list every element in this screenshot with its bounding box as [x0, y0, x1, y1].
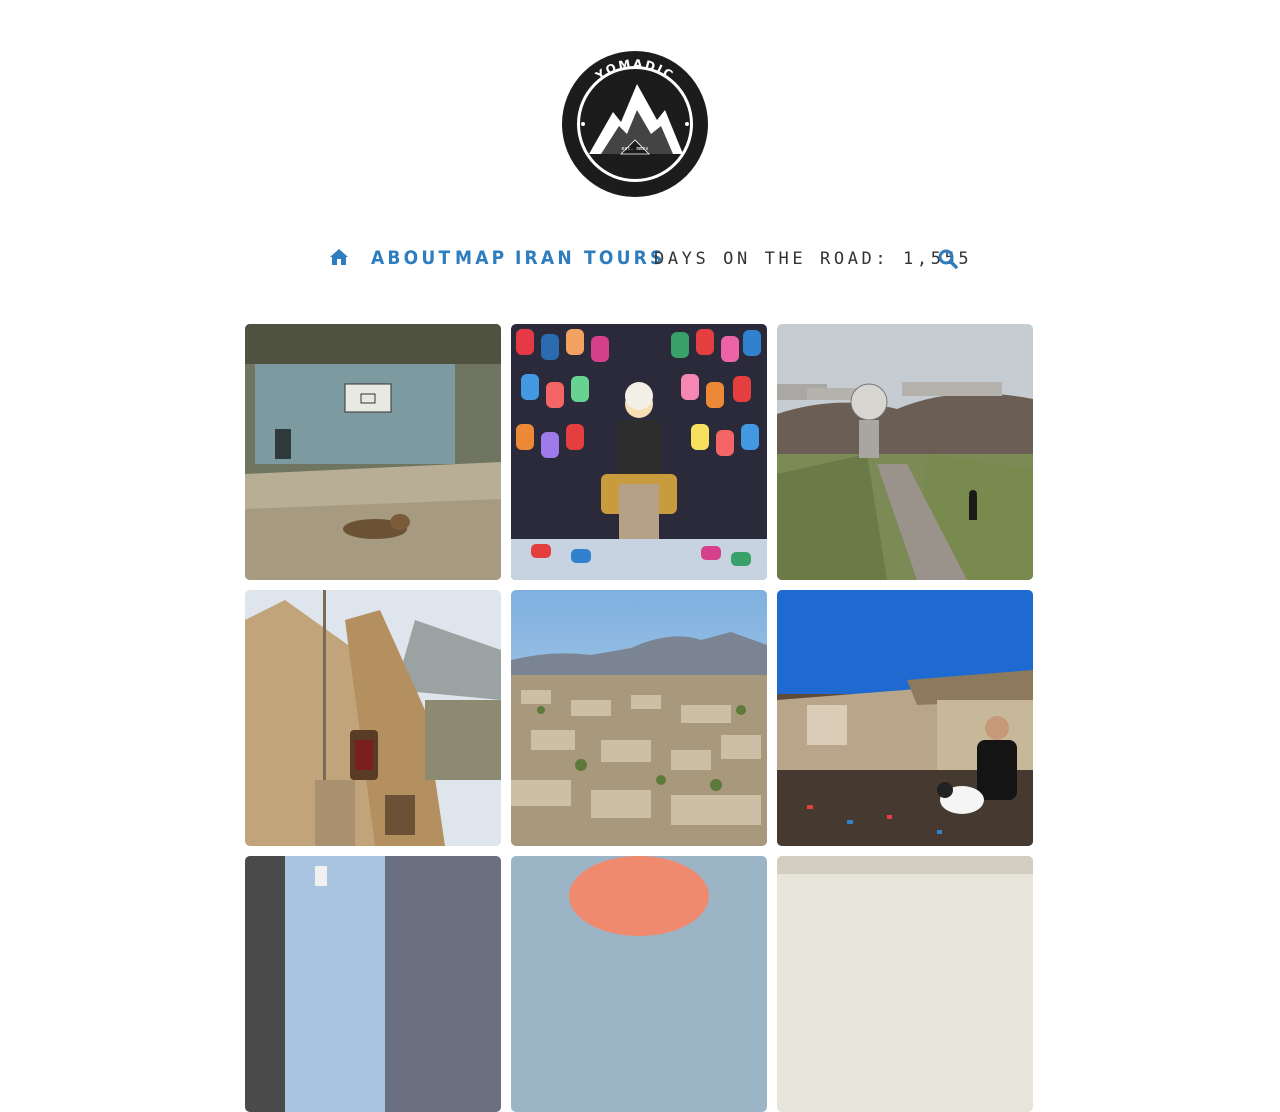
days-on-road-counter: DAYS ON THE ROAD: 1,555 — [654, 249, 973, 269]
search-icon[interactable] — [938, 249, 958, 273]
nav-map-link[interactable]: MAP — [455, 246, 507, 270]
gallery-photo-white-interior[interactable] — [777, 856, 1033, 1112]
nav-about-link[interactable]: ABOUT — [371, 246, 453, 270]
gallery-photo-cave-houses[interactable] — [245, 590, 501, 846]
gallery-photo-slipper-market[interactable] — [511, 324, 767, 580]
gallery-photo-street[interactable] — [245, 856, 501, 1112]
logo-center-badge: est. mmxv — [621, 146, 648, 152]
gallery-photo-pink-beanie[interactable] — [511, 856, 767, 1112]
nav-iran-tours-link[interactable]: IRAN TOURS — [515, 246, 666, 270]
gallery-photo-gymnasium[interactable] — [245, 324, 501, 580]
site-logo[interactable]: YOMADIC est. mmxv — [561, 50, 709, 198]
gallery-photo-concrete-monument[interactable] — [777, 324, 1033, 580]
gallery-photo-village-boy-dog[interactable] — [777, 590, 1033, 846]
logo-badge-icon: YOMADIC est. mmxv — [562, 51, 708, 197]
gallery-photo-city-skyline[interactable] — [511, 590, 767, 846]
main-nav: ABOUT MAP IRAN TOURS DAYS ON THE ROAD: 1… — [0, 242, 1280, 276]
home-icon[interactable] — [329, 248, 349, 270]
